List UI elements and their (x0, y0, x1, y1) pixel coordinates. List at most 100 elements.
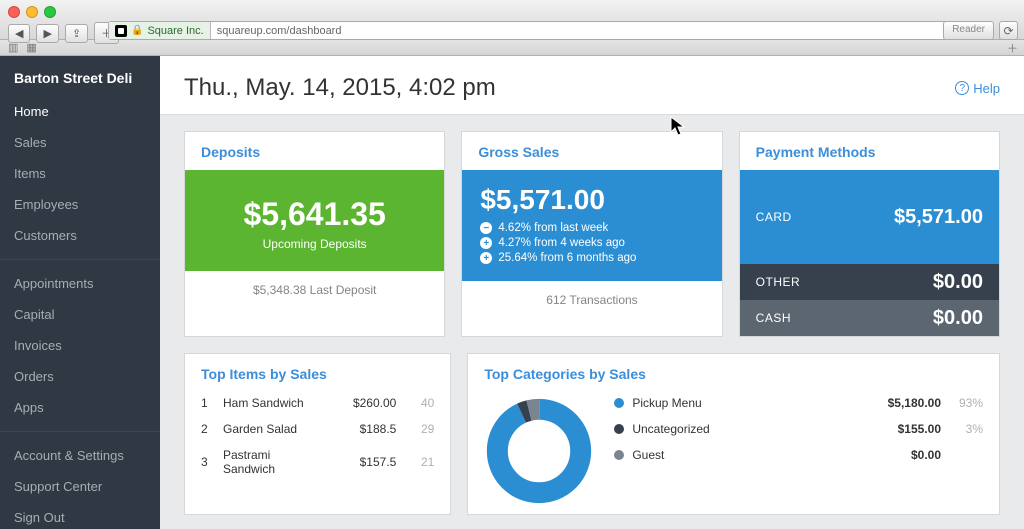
sidebar-item-apps[interactable]: Apps (0, 392, 160, 423)
page-header: Thu., May. 14, 2015, 4:02 pm ? Help (160, 56, 1024, 115)
legend-dot-icon (614, 424, 624, 434)
category-name: Pickup Menu (632, 396, 858, 410)
sidebar: Barton Street Deli Home Sales Items Empl… (0, 56, 160, 529)
category-amount: $155.00 (866, 422, 941, 436)
bookmark-bar: ▥ ▦ ＋ (0, 40, 1024, 56)
add-bookmark-icon[interactable]: ＋ (1007, 40, 1018, 56)
deposits-card[interactable]: Deposits $5,641.35 Upcoming Deposits $5,… (184, 131, 445, 337)
payment-methods-card[interactable]: Payment Methods CARD $5,571.00 OTHER $0.… (739, 131, 1000, 337)
panel-title: Top Items by Sales (185, 354, 450, 390)
reload-button[interactable]: ⟳ (999, 21, 1018, 40)
sidebar-item-employees[interactable]: Employees (0, 189, 160, 220)
sidebar-item-support-center[interactable]: Support Center (0, 471, 160, 502)
item-rank: 2 (201, 422, 213, 436)
site-identity-badge: 🔒 Square Inc. (109, 22, 211, 39)
payment-row-cash: CASH $0.00 (740, 300, 999, 336)
gross-sales-card[interactable]: Gross Sales $5,571.00 −4.62% from last w… (461, 131, 722, 337)
business-name: Barton Street Deli (0, 56, 160, 96)
sidebar-item-sign-out[interactable]: Sign Out (0, 502, 160, 529)
item-count: 21 (406, 455, 434, 469)
donut-chart (484, 396, 594, 506)
item-rank: 3 (201, 455, 213, 469)
sidebar-item-orders[interactable]: Orders (0, 361, 160, 392)
deposits-banner: $5,641.35 Upcoming Deposits (185, 170, 444, 271)
payment-row-other: OTHER $0.00 (740, 264, 999, 300)
stat-text: 25.64% from 6 months ago (498, 252, 636, 264)
category-pct: 93% (949, 396, 983, 410)
sidebar-item-sales[interactable]: Sales (0, 127, 160, 158)
url-text: squareup.com/dashboard (211, 25, 348, 37)
category-row: Pickup Menu $5,180.00 93% (614, 390, 983, 416)
help-link[interactable]: ? Help (955, 81, 1000, 96)
back-button[interactable]: ◀ (8, 24, 30, 43)
legend-dot-icon (614, 450, 624, 460)
lock-icon: 🔒 (131, 25, 143, 36)
payment-value: $0.00 (933, 307, 983, 330)
payment-row-card: CARD $5,571.00 (740, 170, 999, 264)
category-row: Guest $0.00 (614, 442, 983, 468)
sidebar-item-customers[interactable]: Customers (0, 220, 160, 251)
stat-row: +25.64% from 6 months ago (480, 252, 703, 264)
browser-chrome: ◀ ▶ ⇪ ＋ 🔒 Square Inc. squareup.com/dashb… (0, 0, 1024, 40)
category-name: Uncategorized (632, 422, 858, 436)
minus-icon: − (480, 222, 492, 234)
category-pct: 3% (949, 422, 983, 436)
sidebar-separator (0, 431, 160, 432)
category-amount: $0.00 (866, 448, 941, 462)
gross-amount: $5,571.00 (480, 184, 703, 216)
forward-button[interactable]: ▶ (36, 24, 58, 43)
category-amount: $5,180.00 (866, 396, 941, 410)
deposits-footer: $5,348.38 Last Deposit (185, 271, 444, 309)
square-logo-icon (115, 25, 127, 37)
stat-row: −4.62% from last week (480, 222, 703, 234)
zoom-window-icon[interactable] (44, 6, 56, 18)
item-amount: $157.5 (326, 455, 396, 469)
category-row: Uncategorized $155.00 3% (614, 416, 983, 442)
share-button[interactable]: ⇪ (65, 24, 88, 43)
help-label: Help (973, 81, 1000, 96)
help-icon: ? (955, 81, 969, 95)
sidebar-item-home[interactable]: Home (0, 96, 160, 127)
item-count: 40 (406, 396, 434, 410)
item-rank: 1 (201, 396, 213, 410)
plus-icon: + (480, 237, 492, 249)
sidebar-item-invoices[interactable]: Invoices (0, 330, 160, 361)
plus-icon: + (480, 252, 492, 264)
list-item: 3 Pastrami Sandwich $157.5 21 (185, 442, 450, 482)
main-content: Thu., May. 14, 2015, 4:02 pm ? Help Depo… (160, 56, 1024, 529)
top-items-panel[interactable]: Top Items by Sales 1 Ham Sandwich $260.0… (184, 353, 451, 515)
sidebar-item-capital[interactable]: Capital (0, 299, 160, 330)
page-title: Thu., May. 14, 2015, 4:02 pm (184, 74, 496, 102)
site-name: Square Inc. (147, 25, 203, 37)
stat-row: +4.27% from 4 weeks ago (480, 237, 703, 249)
sidebar-item-items[interactable]: Items (0, 158, 160, 189)
card-title: Payment Methods (740, 132, 999, 170)
payment-label: OTHER (756, 275, 801, 289)
deposits-subtitle: Upcoming Deposits (185, 237, 444, 251)
item-name: Pastrami Sandwich (223, 448, 316, 476)
window-controls (8, 6, 56, 18)
item-amount: $260.00 (326, 396, 396, 410)
sidebar-separator (0, 259, 160, 260)
item-amount: $188.5 (326, 422, 396, 436)
card-title: Gross Sales (462, 132, 721, 170)
sidebar-item-appointments[interactable]: Appointments (0, 268, 160, 299)
top-categories-panel[interactable]: Top Categories by Sales Pickup (467, 353, 1000, 515)
panel-title: Top Categories by Sales (468, 354, 999, 390)
item-count: 29 (406, 422, 434, 436)
list-item: 1 Ham Sandwich $260.00 40 (185, 390, 450, 416)
gross-footer: 612 Transactions (462, 281, 721, 319)
legend-dot-icon (614, 398, 624, 408)
close-window-icon[interactable] (8, 6, 20, 18)
card-title: Deposits (185, 132, 444, 170)
item-name: Ham Sandwich (223, 396, 316, 410)
payment-label: CARD (756, 210, 792, 224)
minimize-window-icon[interactable] (26, 6, 38, 18)
payment-value: $5,571.00 (894, 206, 983, 229)
stat-text: 4.62% from last week (498, 222, 608, 234)
address-bar[interactable]: 🔒 Square Inc. squareup.com/dashboard (108, 21, 954, 40)
sidebar-item-account-settings[interactable]: Account & Settings (0, 440, 160, 471)
stat-text: 4.27% from 4 weeks ago (498, 237, 625, 249)
reader-button[interactable]: Reader (943, 21, 994, 40)
category-legend: Pickup Menu $5,180.00 93% Uncategorized … (614, 390, 983, 468)
